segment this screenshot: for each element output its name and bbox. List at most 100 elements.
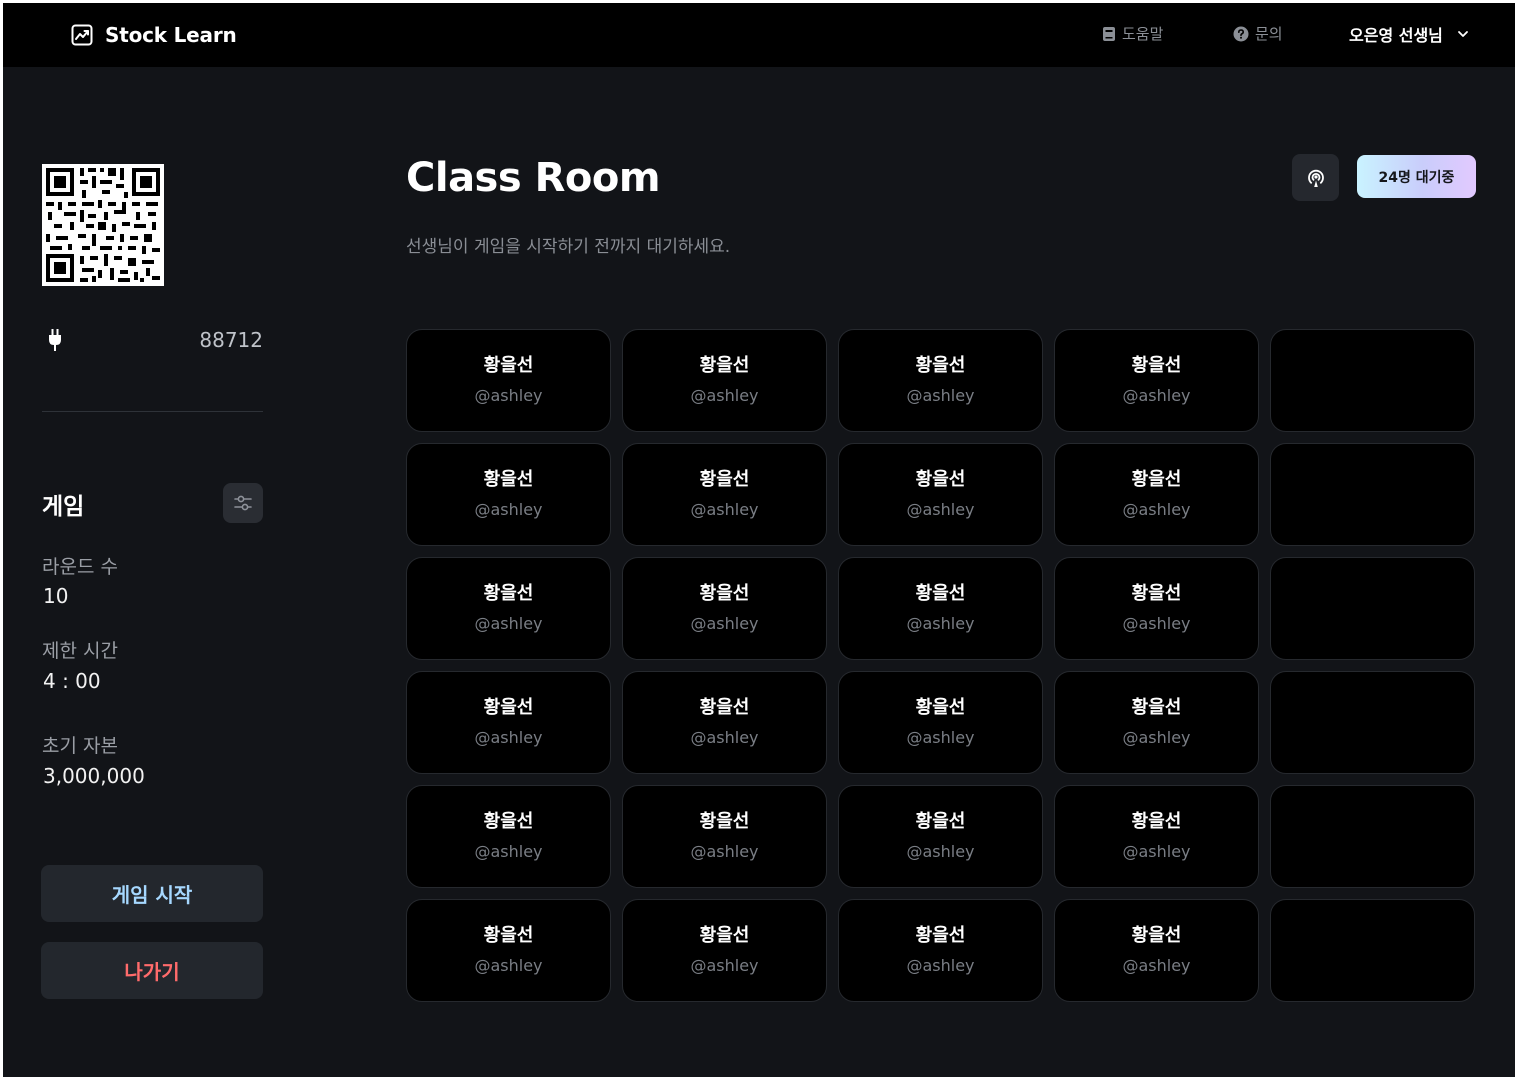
student-card[interactable]: 황을선 @ashley [622,899,827,1002]
student-handle: @ashley [1122,956,1191,975]
user-name: 오은영 선생님 [1349,26,1443,45]
student-card[interactable]: 황을선 @ashley [622,557,827,660]
chart-trend-icon [71,24,93,46]
student-handle: @ashley [474,728,543,747]
student-handle: @ashley [474,386,543,405]
student-card[interactable]: 황을선 @ashley [406,785,611,888]
empty-student-slot [1270,671,1475,774]
student-card[interactable]: 황을선 @ashley [1054,899,1259,1002]
student-name: 황을선 [915,811,966,832]
app-window: Stock Learn 도움말 문의 오은영 선생님 88712 게임 라운드 … [3,3,1515,1077]
chevron-down-icon [1457,31,1468,37]
broadcast-button[interactable] [1292,154,1339,201]
student-card[interactable]: 황을선 @ashley [406,443,611,546]
nav-help-link[interactable]: 도움말 [1102,23,1163,44]
student-handle: @ashley [690,728,759,747]
game-pin: 88712 [199,328,263,352]
student-name: 황을선 [1131,583,1182,604]
empty-student-slot [1270,899,1475,1002]
time-limit-value: 4 : 00 [43,669,101,693]
student-handle: @ashley [906,614,975,633]
student-name: 황을선 [915,925,966,946]
student-handle: @ashley [474,842,543,861]
student-handle: @ashley [1122,614,1191,633]
empty-student-slot [1270,557,1475,660]
student-card[interactable]: 황을선 @ashley [1054,329,1259,432]
rounds-label: 라운드 수 [42,556,118,578]
student-name: 황을선 [699,355,750,376]
student-name: 황을선 [915,469,966,490]
nav-ask-label: 문의 [1255,25,1283,43]
student-name: 황을선 [483,811,534,832]
page-subtitle: 선생님이 게임을 시작하기 전까지 대기하세요. [406,237,731,257]
initial-capital-label: 초기 자본 [42,735,118,757]
nav-help-label: 도움말 [1122,25,1164,43]
student-card[interactable]: 황을선 @ashley [406,899,611,1002]
student-card[interactable]: 황을선 @ashley [1054,785,1259,888]
student-handle: @ashley [690,386,759,405]
student-name: 황을선 [1131,925,1182,946]
student-name: 황을선 [483,355,534,376]
student-name: 황을선 [483,583,534,604]
student-name: 황을선 [699,925,750,946]
student-card[interactable]: 황을선 @ashley [406,671,611,774]
qr-code[interactable] [42,164,164,286]
nav-ask-link[interactable]: 문의 [1233,23,1283,44]
sidebar-divider [42,411,263,412]
student-card[interactable]: 황을선 @ashley [838,785,1043,888]
student-name: 황을선 [1131,355,1182,376]
student-card[interactable]: 황을선 @ashley [838,899,1043,1002]
student-card[interactable]: 황을선 @ashley [406,557,611,660]
game-settings-button[interactable] [223,483,263,523]
student-handle: @ashley [690,956,759,975]
start-game-button[interactable]: 게임 시작 [41,865,263,922]
student-handle: @ashley [474,956,543,975]
student-card[interactable]: 황을선 @ashley [406,329,611,432]
student-handle: @ashley [690,842,759,861]
student-name: 황을선 [699,469,750,490]
student-card[interactable]: 황을선 @ashley [1054,443,1259,546]
student-handle: @ashley [1122,500,1191,519]
student-name: 황을선 [699,583,750,604]
plug-icon [49,329,61,351]
student-name: 황을선 [1131,469,1182,490]
student-grid: 황을선 @ashley 황을선 @ashley 황을선 @ashley 황을선 @ashley… [406,329,1475,1002]
student-name: 황을선 [1131,697,1182,718]
student-card[interactable]: 황을선 @ashley [838,329,1043,432]
sliders-icon [234,495,252,511]
initial-capital-value: 3,000,000 [43,764,145,788]
question-circle-icon [1233,26,1249,41]
student-card[interactable]: 황을선 @ashley [1054,557,1259,660]
student-name: 황을선 [915,355,966,376]
exit-button[interactable]: 나가기 [41,942,263,999]
student-name: 황을선 [483,925,534,946]
student-card[interactable]: 황을선 @ashley [1054,671,1259,774]
student-handle: @ashley [906,956,975,975]
student-card[interactable]: 황을선 @ashley [838,443,1043,546]
student-name: 황을선 [483,469,534,490]
student-card[interactable]: 황을선 @ashley [838,671,1043,774]
brand-logo[interactable]: Stock Learn [71,22,237,48]
user-menu[interactable]: 오은영 선생님 [1349,22,1469,46]
student-card[interactable]: 황을선 @ashley [838,557,1043,660]
student-card[interactable]: 황을선 @ashley [622,671,827,774]
page-title: Class Room [406,155,661,201]
student-name: 황을선 [699,697,750,718]
brand-name: Stock Learn [105,23,237,47]
broadcast-icon [1307,169,1324,187]
game-section-title: 게임 [42,494,85,520]
rounds-value: 10 [43,584,69,608]
student-card[interactable]: 황을선 @ashley [622,329,827,432]
time-limit-label: 제한 시간 [42,640,118,662]
student-name: 황을선 [1131,811,1182,832]
student-name: 황을선 [483,697,534,718]
student-handle: @ashley [690,614,759,633]
student-card[interactable]: 황을선 @ashley [622,443,827,546]
student-card[interactable]: 황을선 @ashley [622,785,827,888]
student-handle: @ashley [906,728,975,747]
empty-student-slot [1270,443,1475,546]
student-name: 황을선 [699,811,750,832]
student-handle: @ashley [474,500,543,519]
waiting-count-badge: 24명 대기중 [1357,155,1476,198]
book-icon [1103,26,1115,41]
